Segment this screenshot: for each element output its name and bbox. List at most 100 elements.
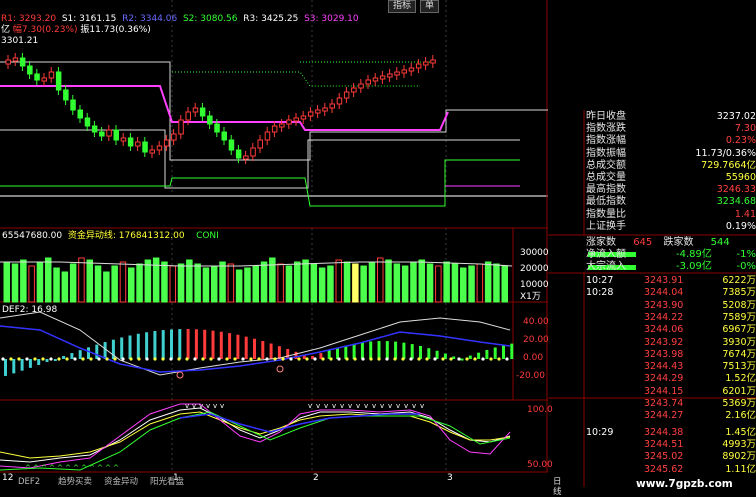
- candle-body: [5, 59, 11, 65]
- tick-row: 3243.74 5369万: [586, 398, 756, 410]
- volume-value: 65547680.00: [2, 231, 63, 241]
- macd-axis-neg20: -20.00: [516, 371, 546, 381]
- macd-zero-dot: [121, 357, 125, 361]
- tick-row: 10:28 3244.04 7385万: [586, 287, 756, 299]
- candle-body: [228, 139, 235, 151]
- stat-label: 上证换手: [586, 220, 626, 232]
- kdj-signal-mark: v: [420, 402, 424, 410]
- macd-bar: [477, 352, 481, 359]
- stat-row: 最低指数 3234.68: [586, 196, 756, 208]
- volume-bar: [211, 265, 218, 303]
- stat-label: 昨日收盘: [586, 111, 626, 122]
- macd-zero-dot: [41, 357, 45, 361]
- macd-bar: [194, 329, 198, 359]
- volume-bar: [294, 261, 301, 303]
- volume-bar: [277, 263, 284, 303]
- tick-price: 3244.27: [644, 410, 684, 422]
- bottom-tab-def2[interactable]: DEF2: [18, 477, 40, 487]
- stat-label: 指数涨幅: [586, 135, 626, 147]
- macd-zero-dot: [169, 357, 173, 361]
- chart-area[interactable]: R1: 3293.20 S1: 3161.15 R2: 3344.06 S2: …: [0, 0, 562, 497]
- macd-bar: [37, 359, 41, 365]
- candle-body: [315, 109, 321, 114]
- macd-bar: [128, 335, 132, 359]
- bottom-tab-fundflow[interactable]: 资金异动: [104, 477, 138, 487]
- volume-bar: [318, 267, 326, 303]
- kdj-signal-mark: v: [220, 402, 224, 410]
- tick-price: 3244.06: [644, 324, 684, 336]
- kdj-signal-mark: v: [356, 402, 360, 410]
- candle-body: [149, 149, 155, 154]
- tick-price: 3243.90: [644, 299, 684, 311]
- stat-row: 昨日收盘 3237.02: [586, 111, 756, 123]
- tick-row: 3243.90 5208万: [586, 300, 756, 312]
- macd-bar: [4, 359, 7, 376]
- macd-zero-dot: [497, 357, 501, 361]
- macd-bar: [369, 341, 373, 359]
- volume-bar: [393, 263, 401, 303]
- macd-zero-dot: [313, 357, 317, 361]
- bottom-tab-trend[interactable]: 趋势买卖: [58, 477, 92, 487]
- macd-bar: [336, 347, 339, 359]
- candle-body: [55, 71, 62, 91]
- volume-bar: [61, 271, 69, 303]
- tick-volume: 7385万: [722, 287, 756, 299]
- tick-price: 3244.22: [644, 311, 684, 323]
- macd-bar: [385, 341, 389, 359]
- tick-row: 10:27 3243.91 6222万: [586, 275, 756, 287]
- candle-body: [401, 69, 407, 74]
- macd-bar: [419, 345, 422, 359]
- tick-volume: 1.11亿: [725, 463, 756, 475]
- candle-body: [199, 107, 206, 117]
- macd-bar: [435, 350, 439, 359]
- volume-bar: [103, 271, 110, 303]
- candle-body: [84, 117, 91, 127]
- macd-zero-dot: [473, 357, 477, 361]
- macd-bar: [12, 359, 16, 374]
- stat-value: 11.73/0.36%: [695, 147, 756, 159]
- macd-bar: [377, 341, 381, 359]
- volume-bar: [418, 259, 425, 303]
- tick-time: 10:27: [586, 275, 614, 286]
- net-inflow-value: -4.89亿: [676, 249, 712, 260]
- tick-time: 10:29: [586, 426, 614, 438]
- macd-zero-dot: [217, 357, 221, 361]
- volume-bar: [161, 261, 168, 303]
- volume-bar: [468, 265, 475, 303]
- macd-bar: [161, 330, 165, 359]
- volume-bar: [202, 267, 210, 303]
- volume-bar: [78, 257, 85, 303]
- kdj-signal-mark: v: [206, 402, 210, 410]
- kdj-bottom-mark: ^: [25, 464, 31, 472]
- kdj-signal-mark: v: [213, 402, 217, 410]
- block-inflow-row: 大宗流入 -3.09亿 -0%: [586, 261, 756, 272]
- kdj-signal-mark: v: [412, 402, 416, 410]
- tick-volume: 3930万: [722, 336, 756, 348]
- bottom-tab-sunshine[interactable]: 阳光看盘: [150, 477, 184, 487]
- macd-bar: [170, 329, 173, 359]
- macd-zero-dot: [129, 357, 133, 361]
- macd-zero-dot: [257, 357, 261, 361]
- macd-zero-dot: [297, 357, 301, 361]
- macd-zero-dot: [353, 357, 357, 361]
- volume-bar: [235, 269, 243, 303]
- macd-zero-dot: [377, 357, 381, 361]
- stat-label: 指数量比: [586, 208, 626, 220]
- volume-bar: [194, 263, 201, 303]
- candle-body: [142, 141, 148, 153]
- candle-body: [27, 65, 33, 75]
- candle-body: [257, 139, 263, 149]
- kdj-bottom-mark: ^: [105, 464, 111, 472]
- candle-body: [163, 139, 170, 147]
- macd-bar: [253, 338, 256, 359]
- tick-volume: 7513万: [722, 361, 756, 373]
- kdj-signal-mark: v: [380, 402, 384, 410]
- candle-body: [423, 61, 429, 66]
- tick-price: 3243.98: [644, 348, 684, 360]
- net-inflow-row: 净流入额 -4.89亿 -1%: [586, 249, 756, 260]
- macd-bar: [261, 341, 265, 359]
- candle-body: [394, 71, 400, 76]
- coni-label: CONI: [196, 231, 219, 241]
- volume-bar: [227, 263, 235, 303]
- candle-body: [19, 57, 26, 67]
